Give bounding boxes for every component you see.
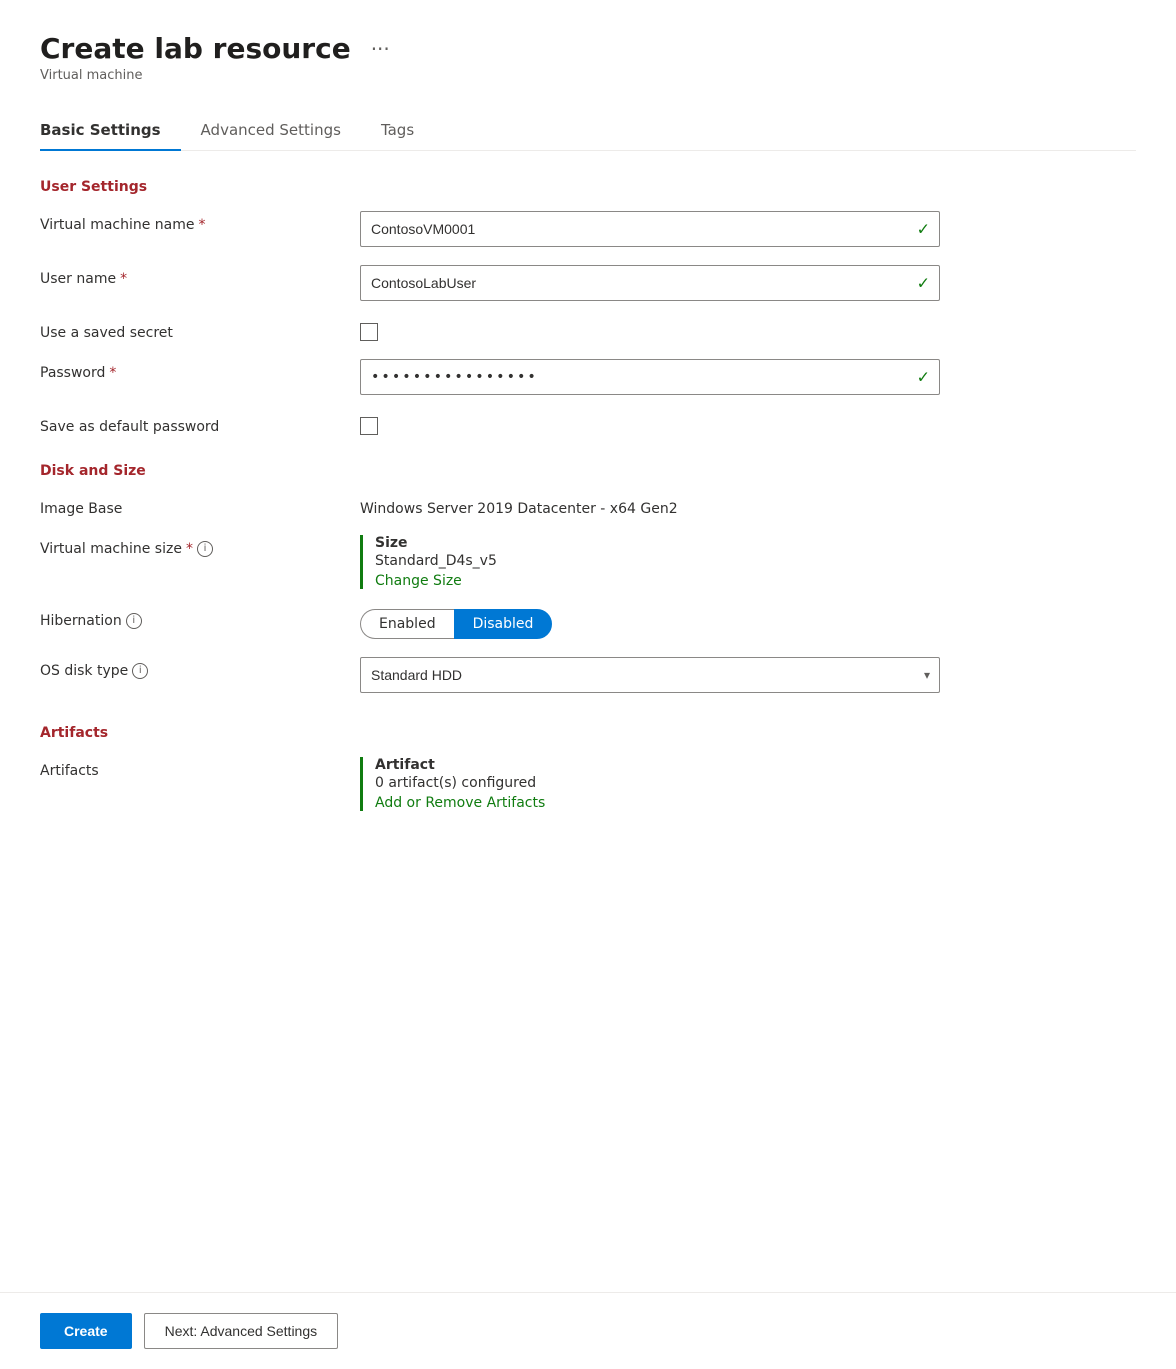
disk-section-title: Disk and Size xyxy=(40,463,1136,479)
os-disk-info-icon[interactable]: i xyxy=(132,663,148,679)
vm-size-control: Size Standard_D4s_v5 Change Size xyxy=(360,535,940,589)
os-disk-label: OS disk type i xyxy=(40,657,360,679)
password-label: Password * xyxy=(40,359,360,381)
vm-size-info-icon[interactable]: i xyxy=(197,541,213,557)
vm-name-control: ✓ xyxy=(360,211,940,247)
os-disk-select[interactable]: Standard HDD Standard SSD Premium SSD xyxy=(360,657,940,693)
vm-name-required: * xyxy=(199,217,206,233)
vm-size-required: * xyxy=(186,541,193,557)
username-check-icon: ✓ xyxy=(917,273,930,292)
hibernation-disabled-option[interactable]: Disabled xyxy=(454,609,553,639)
user-settings-section-title: User Settings xyxy=(40,179,1136,195)
tab-bar: Basic Settings Advanced Settings Tags xyxy=(40,111,1136,151)
next-advanced-settings-button[interactable]: Next: Advanced Settings xyxy=(144,1313,339,1349)
vm-size-label: Virtual machine size * i xyxy=(40,535,360,557)
default-password-control xyxy=(360,413,940,435)
hibernation-info-icon[interactable]: i xyxy=(126,613,142,629)
vm-name-input[interactable] xyxy=(360,211,940,247)
os-disk-row: OS disk type i Standard HDD Standard SSD… xyxy=(40,657,1136,693)
page-subtitle: Virtual machine xyxy=(40,68,1136,83)
tab-tags[interactable]: Tags xyxy=(381,111,434,151)
create-button[interactable]: Create xyxy=(40,1313,132,1349)
ellipsis-menu-button[interactable]: ··· xyxy=(371,37,390,61)
hibernation-control: Enabled Disabled xyxy=(360,607,940,639)
vm-size-row: Virtual machine size * i Size Standard_D… xyxy=(40,535,1136,589)
password-check-icon: ✓ xyxy=(917,367,930,386)
saved-secret-checkbox[interactable] xyxy=(360,323,378,341)
vm-name-row: Virtual machine name * ✓ xyxy=(40,211,1136,247)
tab-advanced-settings[interactable]: Advanced Settings xyxy=(201,111,361,151)
size-heading: Size xyxy=(375,535,940,551)
tab-basic-settings[interactable]: Basic Settings xyxy=(40,111,181,151)
password-input[interactable] xyxy=(360,359,940,395)
artifact-count: 0 artifact(s) configured xyxy=(375,775,940,791)
saved-secret-label: Use a saved secret xyxy=(40,319,360,341)
username-input[interactable] xyxy=(360,265,940,301)
username-label: User name * xyxy=(40,265,360,287)
vm-name-label: Virtual machine name * xyxy=(40,211,360,233)
username-control: ✓ xyxy=(360,265,940,301)
hibernation-label: Hibernation i xyxy=(40,607,360,629)
artifacts-section-title: Artifacts xyxy=(40,725,1136,741)
saved-secret-control xyxy=(360,319,940,341)
hibernation-enabled-option[interactable]: Enabled xyxy=(360,609,454,639)
page-title: Create lab resource xyxy=(40,32,351,66)
artifacts-label: Artifacts xyxy=(40,757,360,779)
default-password-row: Save as default password xyxy=(40,413,1136,435)
image-base-label: Image Base xyxy=(40,495,360,517)
os-disk-control: Standard HDD Standard SSD Premium SSD ▾ xyxy=(360,657,940,693)
saved-secret-row: Use a saved secret xyxy=(40,319,1136,341)
image-base-value: Windows Server 2019 Datacenter - x64 Gen… xyxy=(360,495,940,517)
artifact-heading: Artifact xyxy=(375,757,940,773)
artifacts-control: Artifact 0 artifact(s) configured Add or… xyxy=(360,757,940,811)
size-value: Standard_D4s_v5 xyxy=(375,553,940,569)
change-size-link[interactable]: Change Size xyxy=(375,573,462,589)
username-required: * xyxy=(120,271,127,287)
image-base-row: Image Base Windows Server 2019 Datacente… xyxy=(40,495,1136,517)
username-row: User name * ✓ xyxy=(40,265,1136,301)
password-row: Password * ✓ xyxy=(40,359,1136,395)
vm-name-check-icon: ✓ xyxy=(917,219,930,238)
hibernation-row: Hibernation i Enabled Disabled xyxy=(40,607,1136,639)
password-required: * xyxy=(109,365,116,381)
default-password-checkbox[interactable] xyxy=(360,417,378,435)
password-control: ✓ xyxy=(360,359,940,395)
add-remove-artifacts-link[interactable]: Add or Remove Artifacts xyxy=(375,795,545,811)
footer: Create Next: Advanced Settings xyxy=(0,1292,1176,1369)
artifacts-row: Artifacts Artifact 0 artifact(s) configu… xyxy=(40,757,1136,811)
default-password-label: Save as default password xyxy=(40,413,360,435)
